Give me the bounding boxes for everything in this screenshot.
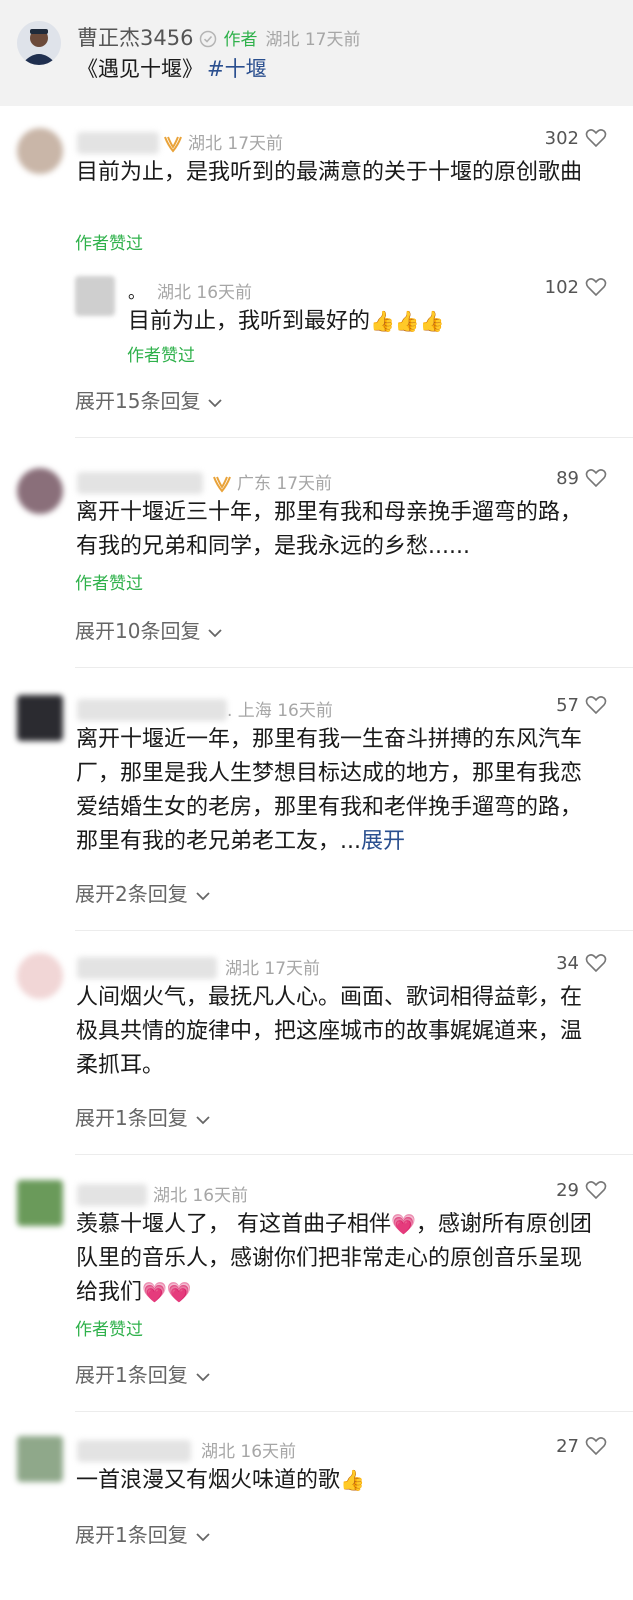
like-button[interactable]: 29 (556, 1180, 607, 1201)
comment-item: 湖北 16天前 29 羡慕十堰人了， 有这首曲子相伴💗，感谢所有原创团队里的音乐… (0, 1180, 633, 1414)
reply-meta: 湖北 16天前 (157, 283, 253, 303)
post-title: 《遇见十堰》 #十堰 (77, 53, 267, 83)
post-author-line: 曹正杰3456 作者 湖北 17天前 (77, 22, 361, 53)
author-liked-tag: 作者赞过 (75, 574, 143, 594)
comment-meta: 湖北 17天前 (225, 959, 321, 979)
like-button[interactable]: 57 (556, 695, 607, 716)
commenter-avatar[interactable] (17, 468, 63, 514)
heart-outline-icon (579, 128, 607, 149)
comment-meta: 广东 17天前 (211, 469, 332, 498)
heart-outline-icon (579, 1436, 607, 1457)
heart-outline-icon (579, 468, 607, 489)
comment-meta: . 上海 16天前 (227, 701, 333, 721)
author-liked-tag: 作者赞过 (75, 1320, 143, 1340)
comment-item: . 上海 16天前 57 离开十堰近一年，那里有我一生奋斗拼搏的东风汽车厂，那里… (0, 695, 633, 935)
reply-author-liked-tag: 作者赞过 (127, 346, 195, 366)
expand-replies-button[interactable]: 展开1条回复 (75, 1102, 210, 1131)
chevron-down-icon (200, 619, 223, 643)
commenter-avatar[interactable] (17, 953, 63, 999)
commenter-name-blurred[interactable] (77, 957, 217, 979)
post-title-text: 《遇见十堰》 (77, 57, 203, 81)
expand-replies-button[interactable]: 展开1条回复 (75, 1359, 210, 1388)
heart-outline-icon (579, 1180, 607, 1201)
comment-divider (75, 1411, 633, 1412)
author-liked-tag: 作者赞过 (75, 234, 143, 254)
reply-like-button[interactable]: 102 (545, 277, 607, 298)
commenter-avatar[interactable] (17, 1436, 63, 1482)
vip-wings-icon (211, 475, 233, 498)
heart-outline-icon (579, 277, 607, 298)
heart-outline-icon (579, 953, 607, 974)
reply-like-count: 102 (544, 277, 579, 298)
comment-text: 羡慕十堰人了， 有这首曲子相伴💗，感谢所有原创团队里的音乐人，感谢你们把非常走心… (76, 1212, 592, 1305)
like-button[interactable]: 27 (556, 1436, 607, 1457)
like-count: 89 (556, 468, 579, 489)
post-header: 曹正杰3456 作者 湖北 17天前 《遇见十堰》 #十堰 (0, 0, 633, 106)
comment-text: 离开十堰近三十年，那里有我和母亲挽手遛弯的路，有我的兄弟和同学，是我永远的乡愁.… (76, 500, 583, 559)
expand-text-link[interactable]: 展开 (361, 829, 405, 854)
post-meta: 湖北 17天前 (265, 30, 361, 50)
like-count: 29 (556, 1180, 579, 1201)
thumbs-up-emoji: 👍 (340, 1468, 365, 1492)
vip-wings-icon (162, 135, 184, 158)
chevron-down-icon (188, 882, 210, 906)
post-author-name[interactable]: 曹正杰3456 (77, 26, 193, 50)
commenter-avatar[interactable] (17, 1180, 63, 1226)
comment-item: 湖北 17天前 34 人间烟火气，最抚凡人心。画面、歌词相得益彰，在极具共情的旋… (0, 953, 633, 1159)
hashtag-link[interactable]: #十堰 (207, 57, 267, 81)
reply-text: 目前为止，我听到最好的👍👍👍 (128, 309, 445, 334)
author-avatar[interactable] (17, 21, 61, 65)
commenter-name-blurred[interactable] (77, 1440, 191, 1462)
expand-replies-button[interactable]: 展开1条回复 (75, 1519, 210, 1548)
comment-divider (75, 667, 633, 668)
comment-meta: 湖北 16天前 (201, 1442, 297, 1462)
like-count: 57 (556, 695, 579, 716)
heart-emoji: 💗💗 (142, 1280, 192, 1304)
commenter-name-blurred[interactable] (77, 472, 203, 494)
commenter-name-blurred[interactable] (77, 1184, 147, 1206)
like-count: 27 (556, 1436, 579, 1457)
chevron-down-icon (188, 1106, 210, 1130)
heart-emoji: 💗 (391, 1212, 416, 1236)
reply-name[interactable]: 。 (128, 278, 145, 303)
chevron-down-icon (188, 1363, 210, 1387)
reply-avatar[interactable] (75, 276, 115, 316)
like-button[interactable]: 89 (556, 468, 607, 489)
expand-replies-button[interactable]: 展开15条回复 (75, 385, 223, 414)
heart-outline-icon (579, 695, 607, 716)
comment-divider (75, 930, 633, 931)
thumbs-up-emoji: 👍👍👍 (370, 309, 445, 333)
comment-divider (75, 1154, 633, 1155)
like-count: 34 (556, 953, 579, 974)
comment-meta: 湖北 16天前 (153, 1186, 249, 1206)
comment-text: 目前为止，是我听到的最满意的关于十堰的原创歌曲 (76, 160, 583, 185)
author-tag: 作者 (223, 30, 258, 50)
comment-text: 一首浪漫又有烟火味道的歌👍 (76, 1468, 365, 1493)
like-count: 302 (544, 128, 579, 149)
comment-text: 离开十堰近一年，那里有我一生奋斗拼搏的东风汽车厂，那里是我人生梦想目标达成的地方… (76, 727, 583, 854)
commenter-avatar[interactable] (17, 128, 63, 174)
expand-replies-button[interactable]: 展开10条回复 (75, 615, 223, 644)
comment-item: 广东 17天前 89 离开十堰近三十年，那里有我和母亲挽手遛弯的路，有我的兄弟和… (0, 468, 633, 668)
commenter-avatar[interactable] (17, 695, 63, 741)
comment-text: 人间烟火气，最抚凡人心。画面、歌词相得益彰，在极具共情的旋律中，把这座城市的故事… (76, 985, 583, 1078)
comment-item: 湖北 17天前 302 目前为止，是我听到的最满意的关于十堰的原创歌曲 作者赞过… (0, 128, 633, 438)
commenter-name-blurred[interactable] (77, 132, 159, 154)
comment-item: 湖北 16天前 27 一首浪漫又有烟火味道的歌👍 展开1条回复 (0, 1436, 633, 1576)
verified-check-icon (199, 29, 217, 53)
expand-replies-button[interactable]: 展开2条回复 (75, 878, 210, 907)
commenter-name-blurred[interactable] (77, 699, 227, 721)
chevron-down-icon (188, 1523, 210, 1547)
comment-divider (75, 437, 633, 438)
like-button[interactable]: 34 (556, 953, 607, 974)
chevron-down-icon (200, 389, 223, 413)
comment-meta: 湖北 17天前 (162, 129, 283, 158)
like-button[interactable]: 302 (545, 128, 607, 149)
